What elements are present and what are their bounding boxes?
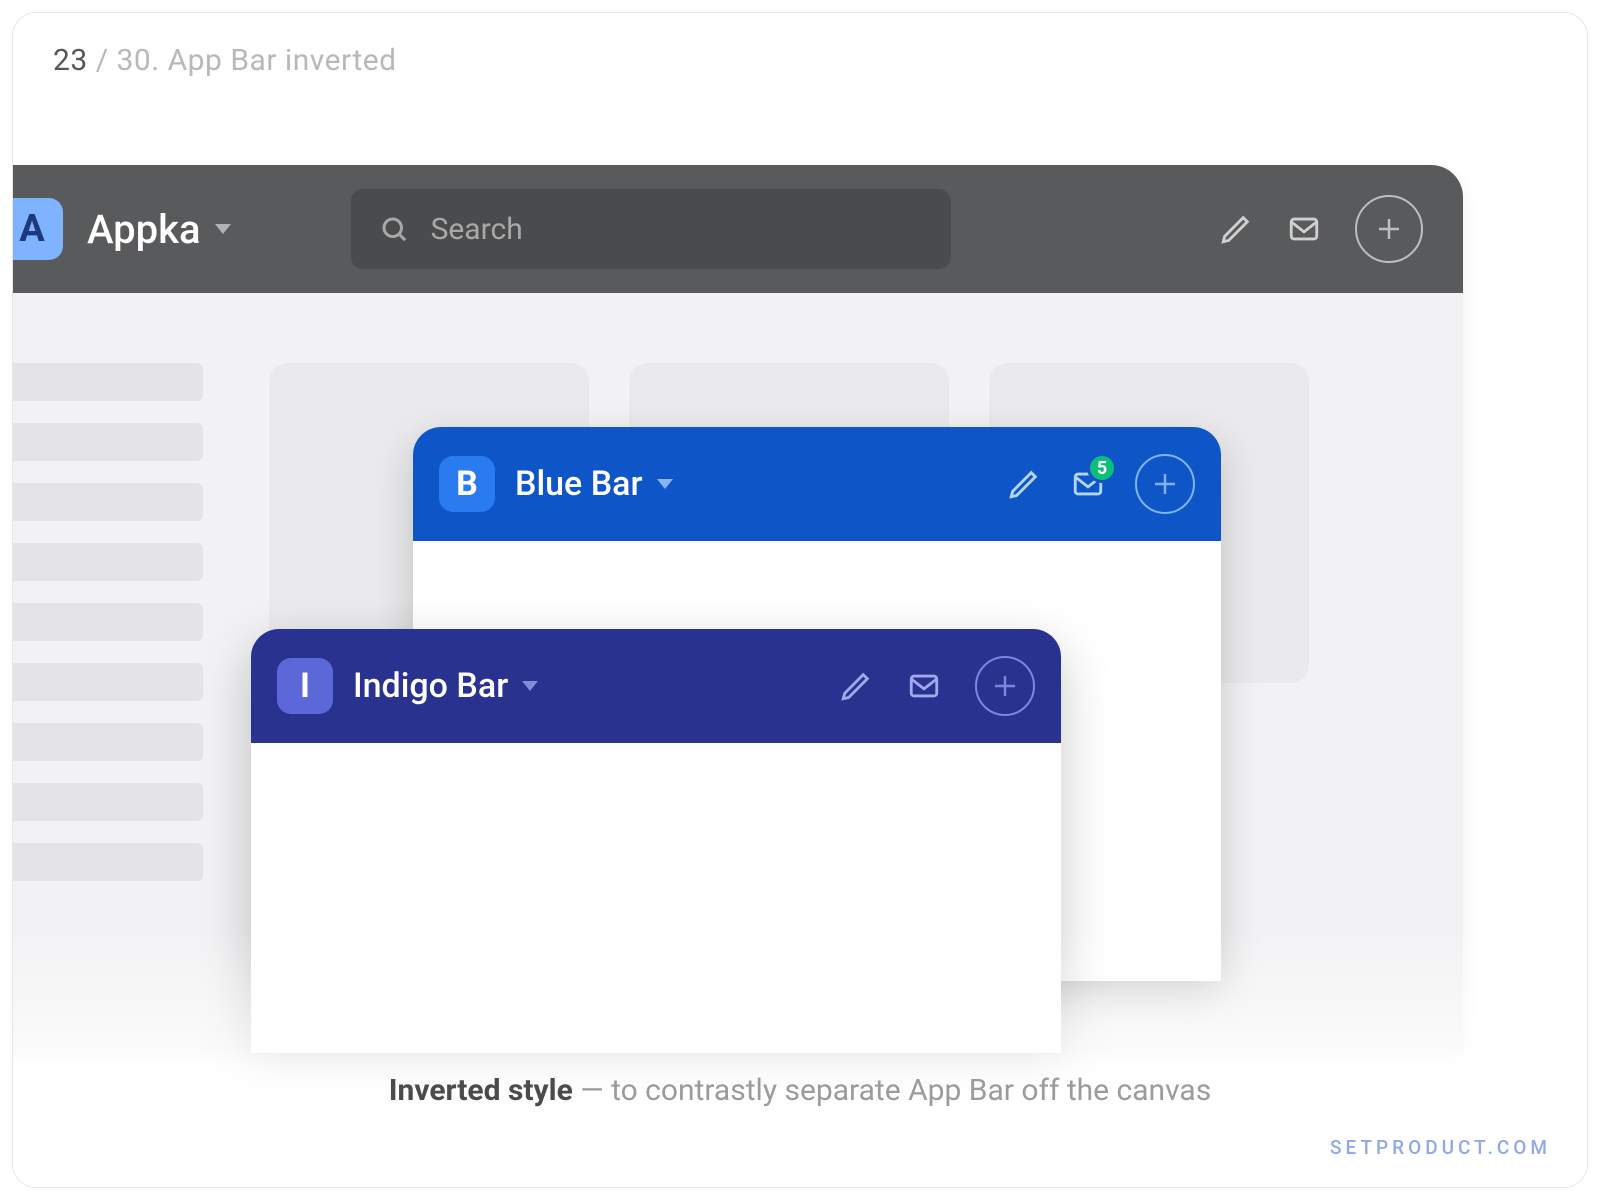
sidebar-placeholder [12, 363, 203, 881]
pencil-icon [1007, 467, 1041, 501]
plus-icon [990, 671, 1020, 701]
app-title-dropdown[interactable]: Blue Bar [515, 464, 673, 504]
app-bar-dark: A Appka Search [12, 165, 1463, 293]
caption-rest: — to contrastly separate App Bar off the… [573, 1073, 1211, 1108]
app-bar-blue: B Blue Bar 5 [413, 427, 1221, 541]
plus-icon [1150, 469, 1180, 499]
search-input[interactable]: Search [351, 189, 951, 269]
mail-button[interactable] [907, 669, 941, 703]
chevron-down-icon [215, 224, 231, 234]
breadcrumb-current: 23 [53, 43, 88, 78]
caption: Inverted style — to contrastly separate … [13, 1073, 1587, 1108]
window-body [251, 743, 1061, 1053]
breadcrumb-total: 30 [117, 43, 152, 78]
watermark: SETPRODUCT.COM [1330, 1136, 1551, 1159]
app-title-dropdown[interactable]: Appka [87, 206, 231, 253]
mail-icon [907, 669, 941, 703]
edit-button[interactable] [1219, 212, 1253, 246]
mail-icon [1287, 212, 1321, 246]
chevron-down-icon [657, 479, 673, 489]
plus-icon [1374, 214, 1404, 244]
app-title-dropdown[interactable]: Indigo Bar [353, 666, 538, 706]
edit-button[interactable] [839, 669, 873, 703]
add-button[interactable] [1355, 195, 1423, 263]
app-logo[interactable]: A [12, 198, 63, 260]
pencil-icon [839, 669, 873, 703]
search-placeholder: Search [431, 212, 523, 247]
mail-button[interactable]: 5 [1071, 467, 1105, 501]
app-logo[interactable]: I [277, 658, 333, 714]
search-icon [379, 214, 409, 244]
caption-bold: Inverted style [389, 1073, 573, 1108]
breadcrumb: 23 / 30. App Bar inverted [53, 43, 397, 78]
add-button[interactable] [1135, 454, 1195, 514]
notification-badge: 5 [1087, 453, 1117, 483]
app-window-indigo: I Indigo Bar [251, 629, 1061, 1053]
pencil-icon [1219, 212, 1253, 246]
mail-button[interactable] [1287, 212, 1321, 246]
breadcrumb-title: App Bar inverted [168, 43, 397, 78]
app-logo[interactable]: B [439, 456, 495, 512]
chevron-down-icon [522, 681, 538, 691]
add-button[interactable] [975, 656, 1035, 716]
app-bar-indigo: I Indigo Bar [251, 629, 1061, 743]
edit-button[interactable] [1007, 467, 1041, 501]
